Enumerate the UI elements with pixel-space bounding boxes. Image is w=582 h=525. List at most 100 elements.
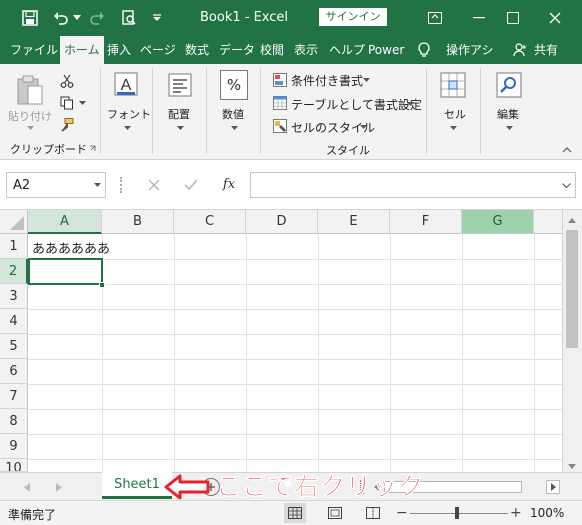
edit-button[interactable]: 編集 <box>497 106 519 122</box>
vertical-scrollbar[interactable] <box>562 210 582 472</box>
formula-bar-grip[interactable] <box>120 177 123 193</box>
collapse-ribbon-icon[interactable] <box>560 144 574 156</box>
column-header-g[interactable]: G <box>462 210 534 234</box>
tab-power[interactable]: Power <box>366 36 406 64</box>
fill-handle[interactable] <box>99 282 105 288</box>
active-cell-a2[interactable] <box>28 258 103 285</box>
font-dropdown-icon[interactable] <box>122 124 132 132</box>
customize-qat-icon[interactable] <box>150 8 164 28</box>
zoom-slider-thumb[interactable] <box>455 507 459 519</box>
close-icon[interactable] <box>540 8 570 28</box>
cell-style-dropdown-icon[interactable] <box>359 124 367 130</box>
scroll-up-icon[interactable] <box>565 214 579 226</box>
expand-formula-bar-icon[interactable] <box>561 182 571 188</box>
column-header-a[interactable]: A <box>28 210 102 234</box>
row-header-8[interactable]: 8 <box>0 409 28 434</box>
number-format-icon[interactable]: % <box>220 70 248 100</box>
select-all-corner[interactable] <box>0 210 28 234</box>
lightbulb-icon[interactable] <box>415 41 433 59</box>
maximize-icon[interactable] <box>498 8 528 28</box>
font-icon[interactable]: A <box>112 70 140 100</box>
row-header-4[interactable]: 4 <box>0 309 28 334</box>
align-icon[interactable] <box>166 70 194 100</box>
row-header-2[interactable]: 2 <box>0 259 28 284</box>
cut-icon[interactable] <box>58 72 76 90</box>
align-dropdown-icon[interactable] <box>175 124 185 132</box>
cell-style-icon[interactable] <box>272 118 288 134</box>
table-format-icon[interactable] <box>272 95 288 111</box>
number-button[interactable]: 数値 <box>222 106 244 122</box>
vertical-scroll-thumb[interactable] <box>566 230 578 348</box>
save-icon[interactable] <box>20 8 40 28</box>
row-header-9[interactable]: 9 <box>0 434 28 459</box>
redo-icon[interactable] <box>86 8 108 28</box>
sheet-nav-next-icon[interactable] <box>52 480 66 494</box>
row-header-3[interactable]: 3 <box>0 284 28 309</box>
tab-page-layout[interactable]: ページ <box>138 36 178 64</box>
cells-button[interactable]: セル <box>444 106 466 122</box>
tab-file[interactable]: ファイル <box>8 36 60 64</box>
tab-help[interactable]: ヘルプ <box>327 36 367 64</box>
row-header-5[interactable]: 5 <box>0 334 28 359</box>
row-header-1[interactable]: 1 <box>0 234 28 259</box>
name-box[interactable]: A2 <box>6 172 106 198</box>
tell-me-search[interactable]: 操作アシ <box>444 36 496 64</box>
paste-dropdown-icon[interactable] <box>25 124 35 132</box>
cell-a1[interactable]: ああああああ <box>32 238 110 257</box>
edit-dropdown-icon[interactable] <box>504 124 514 132</box>
clipboard-launcher-icon[interactable] <box>88 144 96 152</box>
column-header-b[interactable]: B <box>102 210 174 234</box>
signin-button[interactable]: サインイン <box>319 8 387 26</box>
conditional-format-dropdown-icon[interactable] <box>362 77 370 83</box>
print-preview-icon[interactable] <box>118 8 140 28</box>
paste-button[interactable]: 貼り付け <box>8 108 52 124</box>
undo-icon[interactable] <box>50 8 72 28</box>
format-painter-icon[interactable] <box>58 116 76 134</box>
align-button[interactable]: 配置 <box>168 106 190 122</box>
ribbon-display-options-icon[interactable] <box>420 8 450 28</box>
share-button[interactable]: 共有 <box>532 36 560 64</box>
hscroll-end-icon[interactable] <box>546 480 560 494</box>
page-layout-view-icon[interactable] <box>324 503 346 523</box>
conditional-format-icon[interactable] <box>272 72 288 88</box>
zoom-level[interactable]: 100% <box>530 506 564 520</box>
row-header-6[interactable]: 6 <box>0 359 28 384</box>
tab-insert[interactable]: 挿入 <box>105 36 133 64</box>
normal-view-icon[interactable] <box>284 503 306 523</box>
column-header-d[interactable]: D <box>246 210 318 234</box>
paste-icon[interactable] <box>12 72 48 108</box>
font-button[interactable]: フォント <box>107 106 151 122</box>
zoom-out-button[interactable]: − <box>396 505 408 521</box>
zoom-slider-track[interactable] <box>410 513 508 514</box>
share-person-icon[interactable] <box>512 42 528 58</box>
tab-review[interactable]: 校閲 <box>258 36 286 64</box>
tab-formulas[interactable]: 数式 <box>183 36 211 64</box>
column-header-e[interactable]: E <box>318 210 390 234</box>
page-break-view-icon[interactable] <box>362 503 384 523</box>
formula-input[interactable] <box>250 172 576 198</box>
cancel-entry-icon[interactable] <box>146 177 162 193</box>
copy-dropdown-icon[interactable] <box>78 100 86 106</box>
table-format-button[interactable]: テーブルとして書式設定 <box>291 96 422 113</box>
tab-data[interactable]: データ <box>217 36 257 64</box>
tab-home[interactable]: ホーム <box>60 36 104 64</box>
column-header-c[interactable]: C <box>174 210 246 234</box>
enter-icon[interactable] <box>183 177 199 193</box>
number-dropdown-icon[interactable] <box>229 124 239 132</box>
tab-view[interactable]: 表示 <box>292 36 320 64</box>
search-icon[interactable] <box>494 70 524 100</box>
sheet-nav-prev-icon[interactable] <box>20 480 34 494</box>
conditional-format-button[interactable]: 条件付き書式 <box>291 72 363 89</box>
table-format-dropdown-icon[interactable] <box>406 101 414 107</box>
row-header-7[interactable]: 7 <box>0 384 28 409</box>
scroll-down-icon[interactable] <box>565 460 579 472</box>
insert-function-icon[interactable]: fx <box>218 174 240 194</box>
undo-dropdown-icon[interactable] <box>72 8 82 28</box>
column-header-f[interactable]: F <box>390 210 462 234</box>
row-header-10[interactable]: 10 <box>0 459 28 472</box>
copy-icon[interactable] <box>58 94 76 112</box>
name-box-dropdown-icon[interactable] <box>93 182 101 188</box>
zoom-in-button[interactable]: + <box>510 505 522 521</box>
cells-icon[interactable] <box>438 70 468 100</box>
minimize-icon[interactable] <box>464 8 494 28</box>
